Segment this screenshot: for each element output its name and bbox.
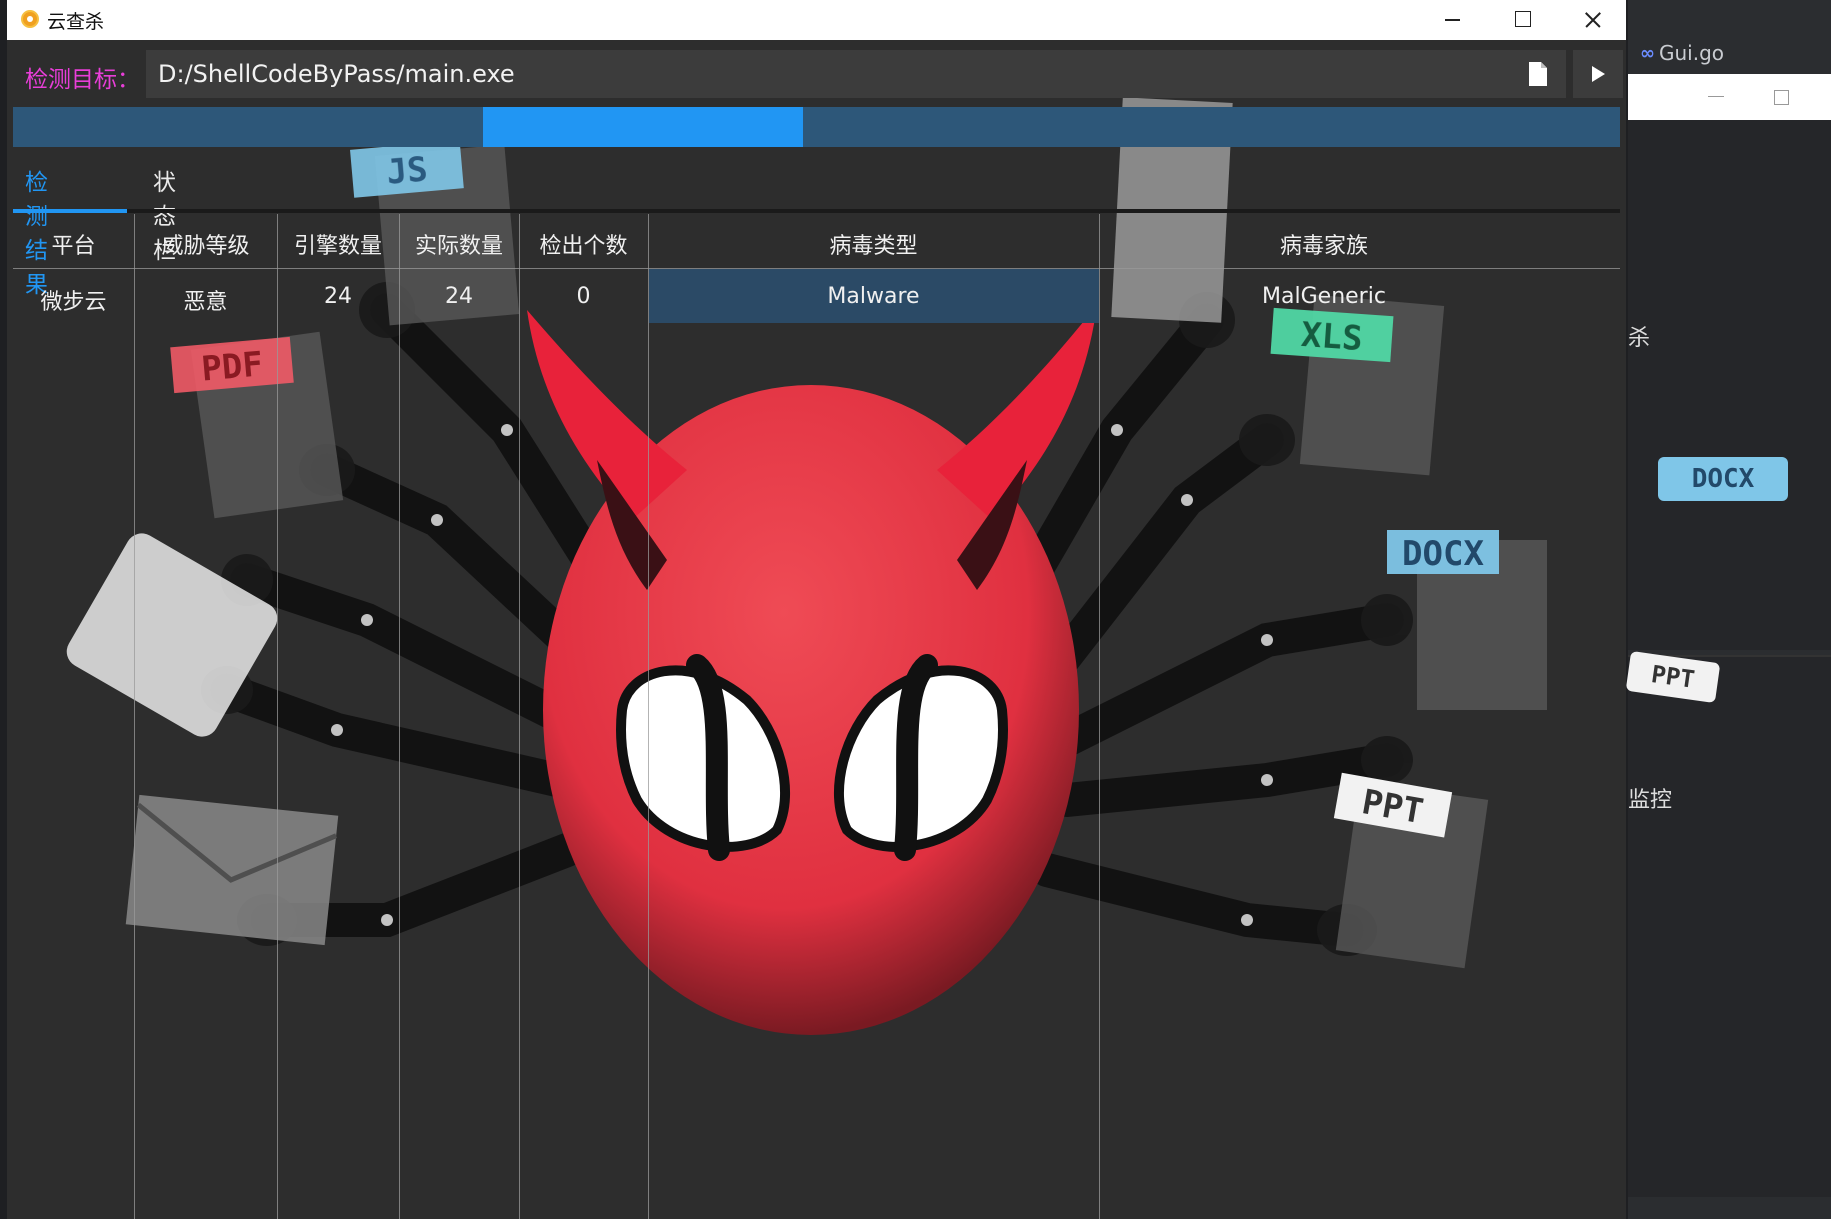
progress-indicator [483,107,803,147]
title-bar: 云查杀 [7,0,1626,40]
side-label: 杀 [1628,326,1651,351]
active-tab-indicator [13,209,127,213]
column-header-actual-count[interactable]: 实际数量 [399,228,519,260]
go-file-icon: ∞ [1640,42,1655,64]
column-divider [519,214,520,1219]
play-icon [1592,66,1605,82]
close-icon[interactable] [1557,0,1626,40]
column-divider [277,214,278,1219]
maximize-icon[interactable] [1774,90,1789,105]
window-title: 云查杀 [47,11,105,33]
column-header-threat-level[interactable]: 威胁等级 [134,228,277,260]
editor-tab-label: Gui.go [1659,41,1725,65]
background-window-titlebar [1628,74,1831,121]
column-header-virus-type[interactable]: 病毒类型 [648,228,1099,260]
cell-engine-count[interactable]: 24 [277,284,399,309]
minimize-icon[interactable] [1708,96,1724,97]
app-icon [21,10,39,28]
column-divider [134,214,135,1219]
column-header-engine-count[interactable]: 引擎数量 [277,228,399,260]
column-divider [648,214,649,1219]
background-panel: 杀 DOCX [1628,120,1831,650]
column-divider [1099,214,1100,1219]
column-header-detected-count[interactable]: 检出个数 [519,228,648,260]
results-table: 平台 威胁等级 引擎数量 实际数量 检出个数 病毒类型 病毒家族 微步云 恶意 … [13,214,1620,1219]
run-button[interactable] [1573,50,1623,98]
tab-underline [13,209,1620,213]
scan-progress-bar [13,107,1620,147]
target-path-input[interactable] [146,50,1566,98]
background-app: ∞ Gui.go 杀 DOCX PPT 监控 [1625,0,1831,1219]
cell-detected-count[interactable]: 0 [519,284,648,309]
side-label: 监控 [1628,788,1673,813]
tab-results[interactable]: 检测结果 [25,166,48,298]
cell-actual-count[interactable]: 24 [399,284,519,309]
js-badge: JS [385,149,429,192]
file-icon [1529,62,1547,86]
tab-status[interactable]: 状态栏 [153,166,176,264]
docx-badge: DOCX [1658,457,1788,501]
column-header-virus-family[interactable]: 病毒家族 [1099,228,1549,260]
cell-virus-family[interactable]: MalGeneric [1099,284,1549,309]
ppt-badge: PPT [1625,650,1721,704]
cell-threat-level[interactable]: 恶意 [134,284,277,316]
main-window: JS PDF XLS DOCX PPT 云查杀 检测目标： D:/ShellCo… [7,0,1626,1219]
column-header-platform[interactable]: 平台 [13,228,134,260]
cell-platform[interactable]: 微步云 [13,284,134,316]
target-label: 检测目标： [25,67,140,93]
minimize-icon[interactable] [1417,0,1487,40]
editor-tab[interactable]: ∞ Gui.go [1628,32,1831,74]
open-file-button[interactable] [1517,54,1559,94]
header-divider [13,268,1620,269]
background-panel-lower: PPT 监控 [1625,650,1831,1197]
maximize-icon[interactable] [1487,0,1557,40]
cell-virus-type[interactable]: Malware [648,284,1099,309]
column-divider [399,214,400,1219]
